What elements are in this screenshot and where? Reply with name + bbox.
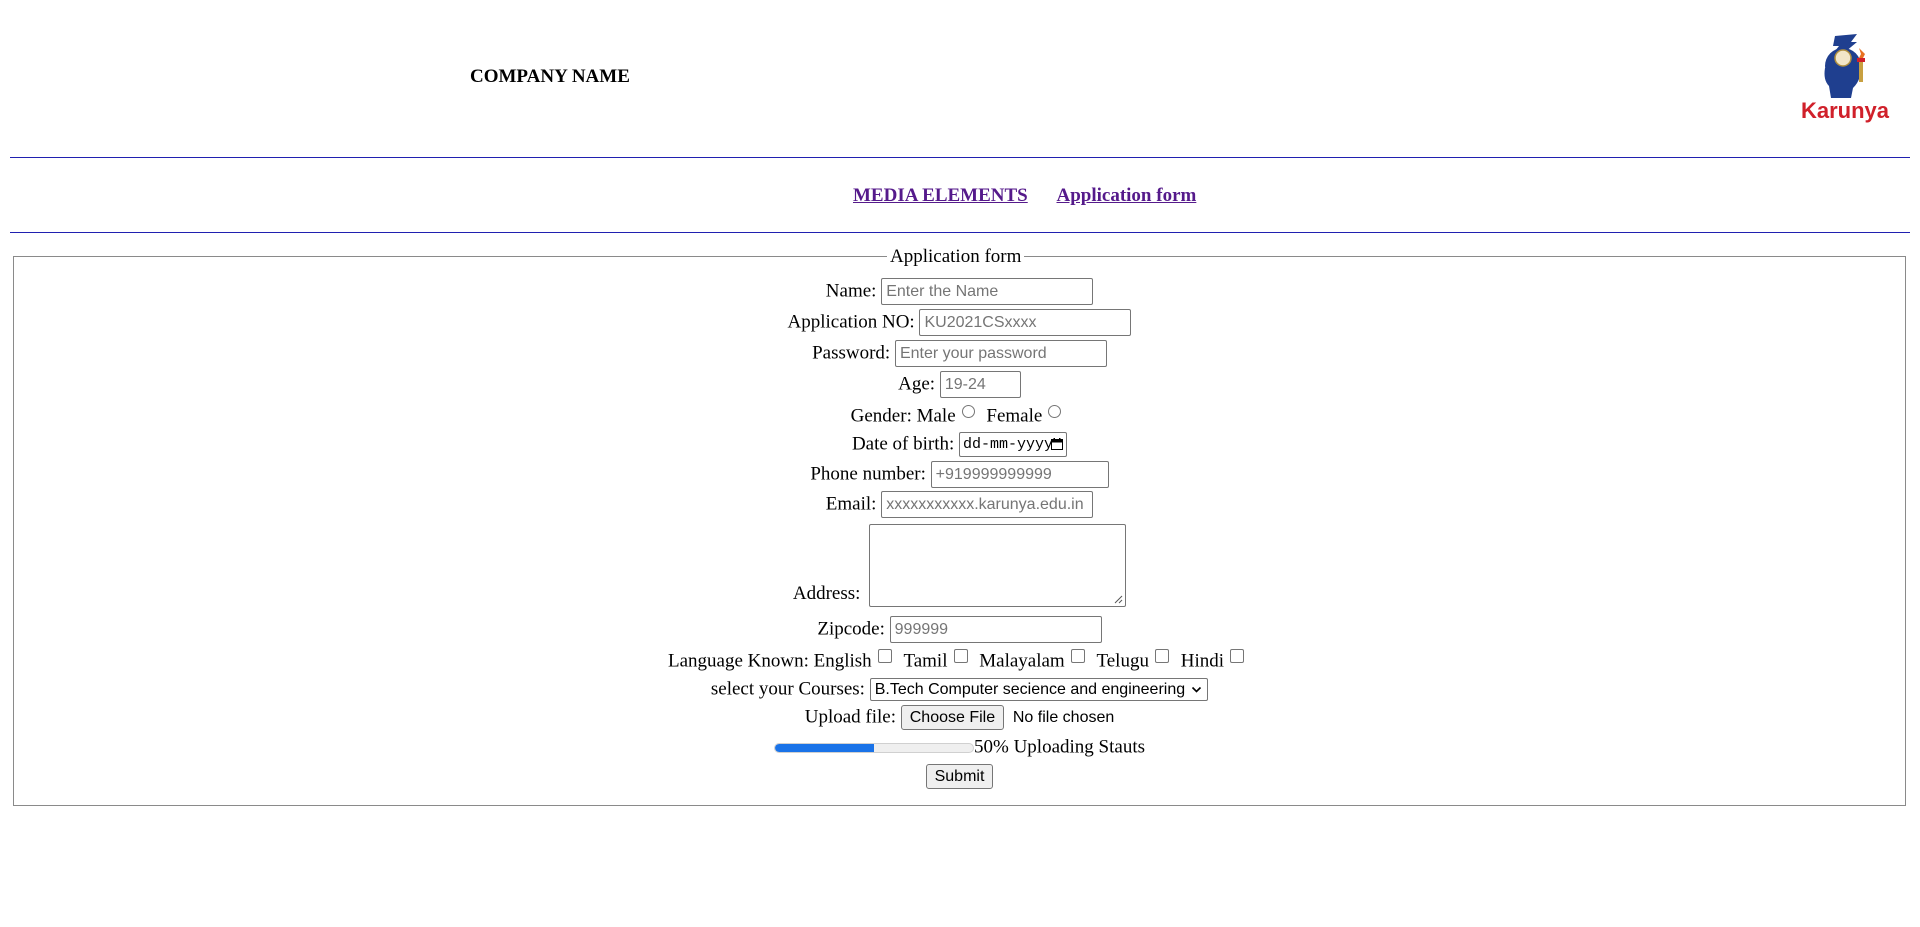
fieldset-legend: Application form [887, 246, 1025, 268]
password-row: Password: [13, 340, 1906, 368]
dob-input[interactable]: dd-mm-yyyy [959, 432, 1068, 458]
bottom-divider [10, 232, 1910, 233]
email-input[interactable] [881, 491, 1094, 519]
address-textarea[interactable] [869, 524, 1127, 607]
courses-select[interactable]: B.Tech Computer secience and engineering [869, 678, 1209, 702]
password-input[interactable] [894, 340, 1107, 368]
resize-grip-icon[interactable] [1114, 595, 1123, 604]
dob-row: Date of birth: dd-mm-yyyy [13, 431, 1906, 458]
lang-english-label: English [813, 650, 872, 672]
karunya-logo: Karunya [1801, 34, 1890, 123]
lang-hindi-checkbox[interactable] [1230, 649, 1244, 663]
lang-hindi-label: Hindi [1180, 650, 1224, 672]
age-input[interactable] [939, 371, 1021, 399]
application-no-label: Application NO: [787, 311, 915, 333]
company-name: COMPANY NAME [470, 66, 630, 87]
gender-male-radio[interactable] [961, 405, 975, 418]
file-status: No file chosen [1012, 708, 1115, 726]
zipcode-row: Zipcode: [13, 616, 1906, 644]
chevron-down-icon [1192, 687, 1202, 693]
lang-tamil-checkbox[interactable] [953, 649, 968, 663]
name-input[interactable] [881, 278, 1094, 306]
lang-english-checkbox[interactable] [877, 649, 892, 663]
courses-label: select your Courses: [710, 678, 865, 700]
courses-row: select your Courses: B.Tech Computer sec… [13, 676, 1906, 703]
phone-row: Phone number: [13, 461, 1906, 489]
gender-label: Gender: [850, 405, 912, 427]
name-row: Name: [13, 278, 1906, 306]
languages-row: Language Known: English Tamil Malayalam … [13, 648, 1906, 675]
gender-female-label: Female [986, 405, 1043, 427]
lang-malayalam-label: Malayalam [979, 650, 1065, 672]
lang-malayalam-checkbox[interactable] [1070, 649, 1085, 663]
application-no-row: Application NO: [13, 309, 1906, 337]
upload-progress-fill [775, 743, 874, 752]
submit-button[interactable]: Submit [925, 764, 994, 790]
nav-link-application-form[interactable]: Application form [1056, 185, 1196, 206]
logo-text: Karunya [1801, 98, 1890, 123]
name-label: Name: [825, 280, 877, 302]
phone-input[interactable] [930, 461, 1109, 489]
gender-female-radio[interactable] [1048, 405, 1062, 418]
submit-row: Submit [13, 763, 1906, 790]
progress-row: 50% Uploading Stauts [13, 734, 1906, 761]
upload-progress-text: 50% Uploading Stauts [974, 736, 1145, 758]
application-no-input[interactable] [919, 309, 1132, 337]
lang-tamil-label: Tamil [903, 650, 948, 672]
upload-progress-bar [774, 742, 974, 753]
age-row: Age: [13, 371, 1906, 399]
courses-selected: B.Tech Computer secience and engineering [874, 681, 1186, 699]
nav-link-media-elements[interactable]: MEDIA ELEMENTS [853, 185, 1028, 206]
address-row: Address: [13, 524, 1906, 607]
upload-row: Upload file: Choose File No file chosen [13, 704, 1906, 731]
zipcode-label: Zipcode: [817, 618, 885, 640]
upload-label: Upload file: [804, 706, 896, 728]
dob-label: Date of birth: [851, 433, 955, 455]
age-label: Age: [898, 373, 936, 395]
zipcode-input[interactable] [889, 616, 1102, 644]
calendar-icon[interactable] [1051, 438, 1064, 451]
languages-label: Language Known: [667, 650, 809, 672]
password-label: Password: [812, 342, 891, 364]
top-divider [10, 157, 1910, 158]
gender-row: Gender: Male Female [13, 403, 1906, 430]
phone-label: Phone number: [810, 463, 926, 485]
email-label: Email: [825, 493, 877, 515]
dob-value: dd-mm-yyyy [963, 436, 1054, 454]
address-label: Address: [792, 583, 861, 604]
gender-male-label: Male [916, 405, 956, 427]
email-row: Email: [13, 491, 1906, 519]
lang-telugu-label: Telugu [1096, 650, 1149, 672]
nav-bar: MEDIA ELEMENTS Application form [853, 185, 1196, 207]
choose-file-button[interactable]: Choose File [900, 705, 1005, 731]
lang-telugu-checkbox[interactable] [1154, 649, 1169, 663]
